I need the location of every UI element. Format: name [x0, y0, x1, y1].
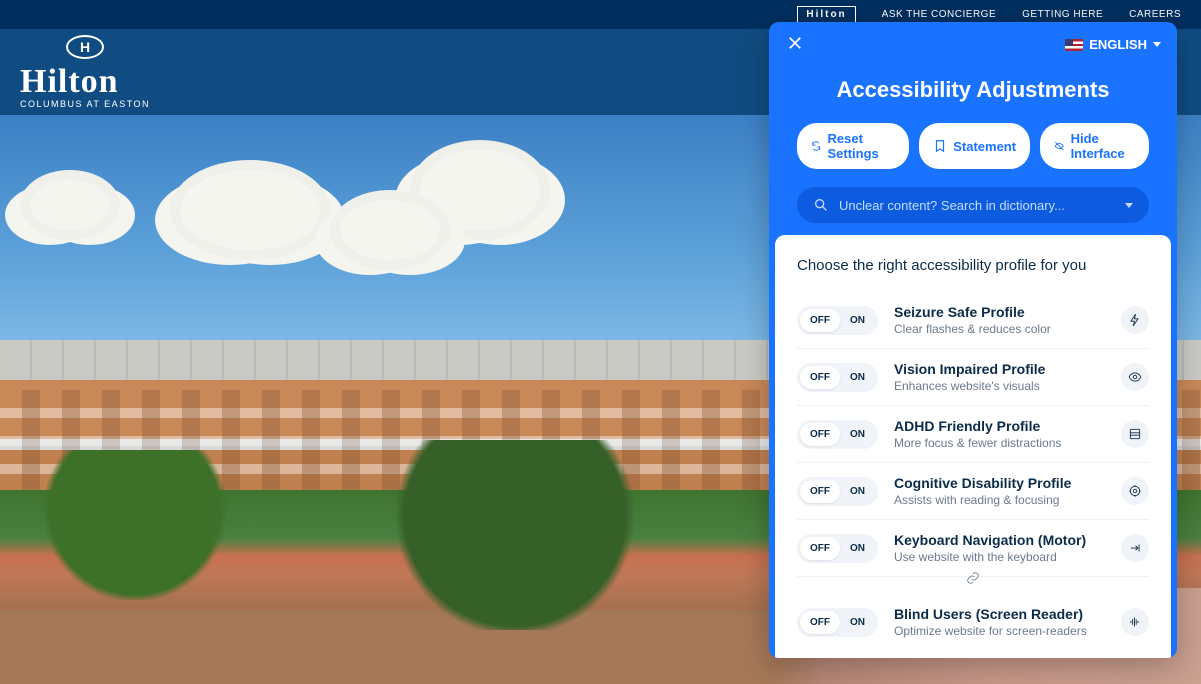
profile-cognitive-disability: OFF ON Cognitive Disability Profile Assi…	[797, 463, 1149, 520]
profile-seizure-safe: OFF ON Seizure Safe Profile Clear flashe…	[797, 292, 1149, 349]
toggle-on: ON	[840, 611, 875, 634]
reset-label: Reset Settings	[828, 131, 896, 161]
toggle-blind-users[interactable]: OFF ON	[797, 608, 878, 637]
toggle-seizure-safe[interactable]: OFF ON	[797, 306, 878, 335]
toggle-on: ON	[840, 480, 875, 503]
profile-vision-impaired: OFF ON Vision Impaired Profile Enhances …	[797, 349, 1149, 406]
toggle-off: OFF	[800, 366, 840, 389]
reset-settings-button[interactable]: Reset Settings	[797, 123, 909, 169]
toggle-on: ON	[840, 366, 875, 389]
eye-off-icon	[1054, 139, 1064, 153]
profile-desc: Use website with the keyboard	[894, 550, 1105, 564]
statement-button[interactable]: Statement	[919, 123, 1030, 169]
search-placeholder: Unclear content? Search in dictionary...	[839, 198, 1115, 213]
dictionary-search[interactable]: Unclear content? Search in dictionary...	[797, 187, 1149, 223]
language-label: ENGLISH	[1089, 37, 1147, 52]
bookmark-icon	[933, 139, 947, 153]
toggle-adhd-friendly[interactable]: OFF ON	[797, 420, 878, 449]
accessibility-panel: ENGLISH Accessibility Adjustments Reset …	[769, 22, 1177, 658]
profile-name: Seizure Safe Profile	[894, 304, 1105, 320]
language-selector[interactable]: ENGLISH	[1065, 37, 1161, 52]
focus-frame-icon	[1121, 420, 1149, 448]
toggle-keyboard-navigation[interactable]: OFF ON	[797, 534, 878, 563]
panel-title: Accessibility Adjustments	[785, 77, 1161, 103]
close-panel-button[interactable]	[785, 34, 805, 55]
toggle-on: ON	[840, 423, 875, 446]
toggle-off: OFF	[800, 423, 840, 446]
reset-icon	[811, 139, 822, 153]
profile-desc: Optimize website for screen-readers	[894, 624, 1105, 638]
profile-name: Cognitive Disability Profile	[894, 475, 1105, 491]
eye-icon	[1121, 363, 1149, 391]
target-icon	[1121, 477, 1149, 505]
profile-blind-users: OFF ON Blind Users (Screen Reader) Optim…	[797, 594, 1149, 650]
toggle-off: OFF	[800, 537, 840, 560]
profile-name: Blind Users (Screen Reader)	[894, 606, 1105, 622]
us-flag-icon	[1065, 39, 1083, 51]
toggle-off: OFF	[800, 480, 840, 503]
toggle-off: OFF	[800, 611, 840, 634]
profile-name: Vision Impaired Profile	[894, 361, 1105, 377]
lightning-icon	[1121, 306, 1149, 334]
hide-interface-button[interactable]: Hide Interface	[1040, 123, 1149, 169]
profiles-card: Choose the right accessibility profile f…	[775, 235, 1171, 658]
profile-keyboard-navigation: OFF ON Keyboard Navigation (Motor) Use w…	[797, 520, 1149, 577]
toggle-cognitive-disability[interactable]: OFF ON	[797, 477, 878, 506]
profile-adhd-friendly: OFF ON ADHD Friendly Profile More focus …	[797, 406, 1149, 463]
profile-name: Keyboard Navigation (Motor)	[894, 532, 1105, 548]
sound-wave-icon	[1121, 608, 1149, 636]
tab-arrow-icon	[1121, 534, 1149, 562]
logo-subtitle: COLUMBUS AT EASTON	[20, 99, 150, 109]
toggle-on: ON	[840, 309, 875, 332]
hide-label: Hide Interface	[1071, 131, 1135, 161]
top-link-getting-here[interactable]: GETTING HERE	[1022, 9, 1103, 20]
profile-name: ADHD Friendly Profile	[894, 418, 1105, 434]
card-title: Choose the right accessibility profile f…	[797, 257, 1149, 274]
top-link-concierge[interactable]: ASK THE CONCIERGE	[882, 9, 996, 20]
search-icon	[813, 197, 829, 213]
chevron-down-icon	[1153, 42, 1161, 47]
toggle-on: ON	[840, 537, 875, 560]
close-icon	[788, 36, 802, 50]
statement-label: Statement	[953, 139, 1016, 154]
brand-box[interactable]: Hilton	[797, 6, 855, 23]
top-link-careers[interactable]: CAREERS	[1129, 9, 1181, 20]
chevron-down-icon	[1125, 203, 1133, 208]
profile-desc: More focus & fewer distractions	[894, 436, 1105, 450]
toggle-vision-impaired[interactable]: OFF ON	[797, 363, 878, 392]
profile-desc: Clear flashes & reduces color	[894, 322, 1105, 336]
profile-desc: Enhances website's visuals	[894, 379, 1105, 393]
link-icon	[797, 571, 1149, 590]
hilton-logo[interactable]: H Hilton COLUMBUS AT EASTON	[20, 35, 150, 109]
toggle-off: OFF	[800, 309, 840, 332]
profile-desc: Assists with reading & focusing	[894, 493, 1105, 507]
logo-word: Hilton	[20, 63, 150, 101]
logo-glyph: H	[66, 35, 104, 59]
